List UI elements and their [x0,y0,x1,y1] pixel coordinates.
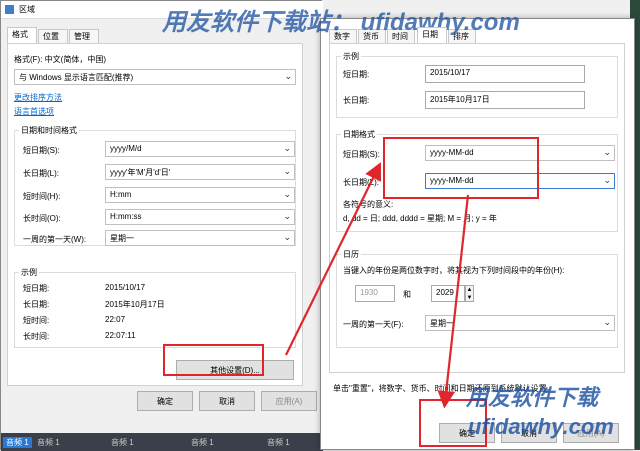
arrow-to-ok [437,194,470,409]
tab-date[interactable]: 日期 [417,27,447,43]
tab-format[interactable]: 格式 [7,27,37,43]
watermark-bottom-url: ufidawhy.com [468,414,614,439]
watermark-top: 用友软件下载站： ufidawhy.com [162,9,520,36]
arrow-to-date-format [285,162,382,356]
watermark-bottom-cn: 用友软件下载 [466,385,599,410]
